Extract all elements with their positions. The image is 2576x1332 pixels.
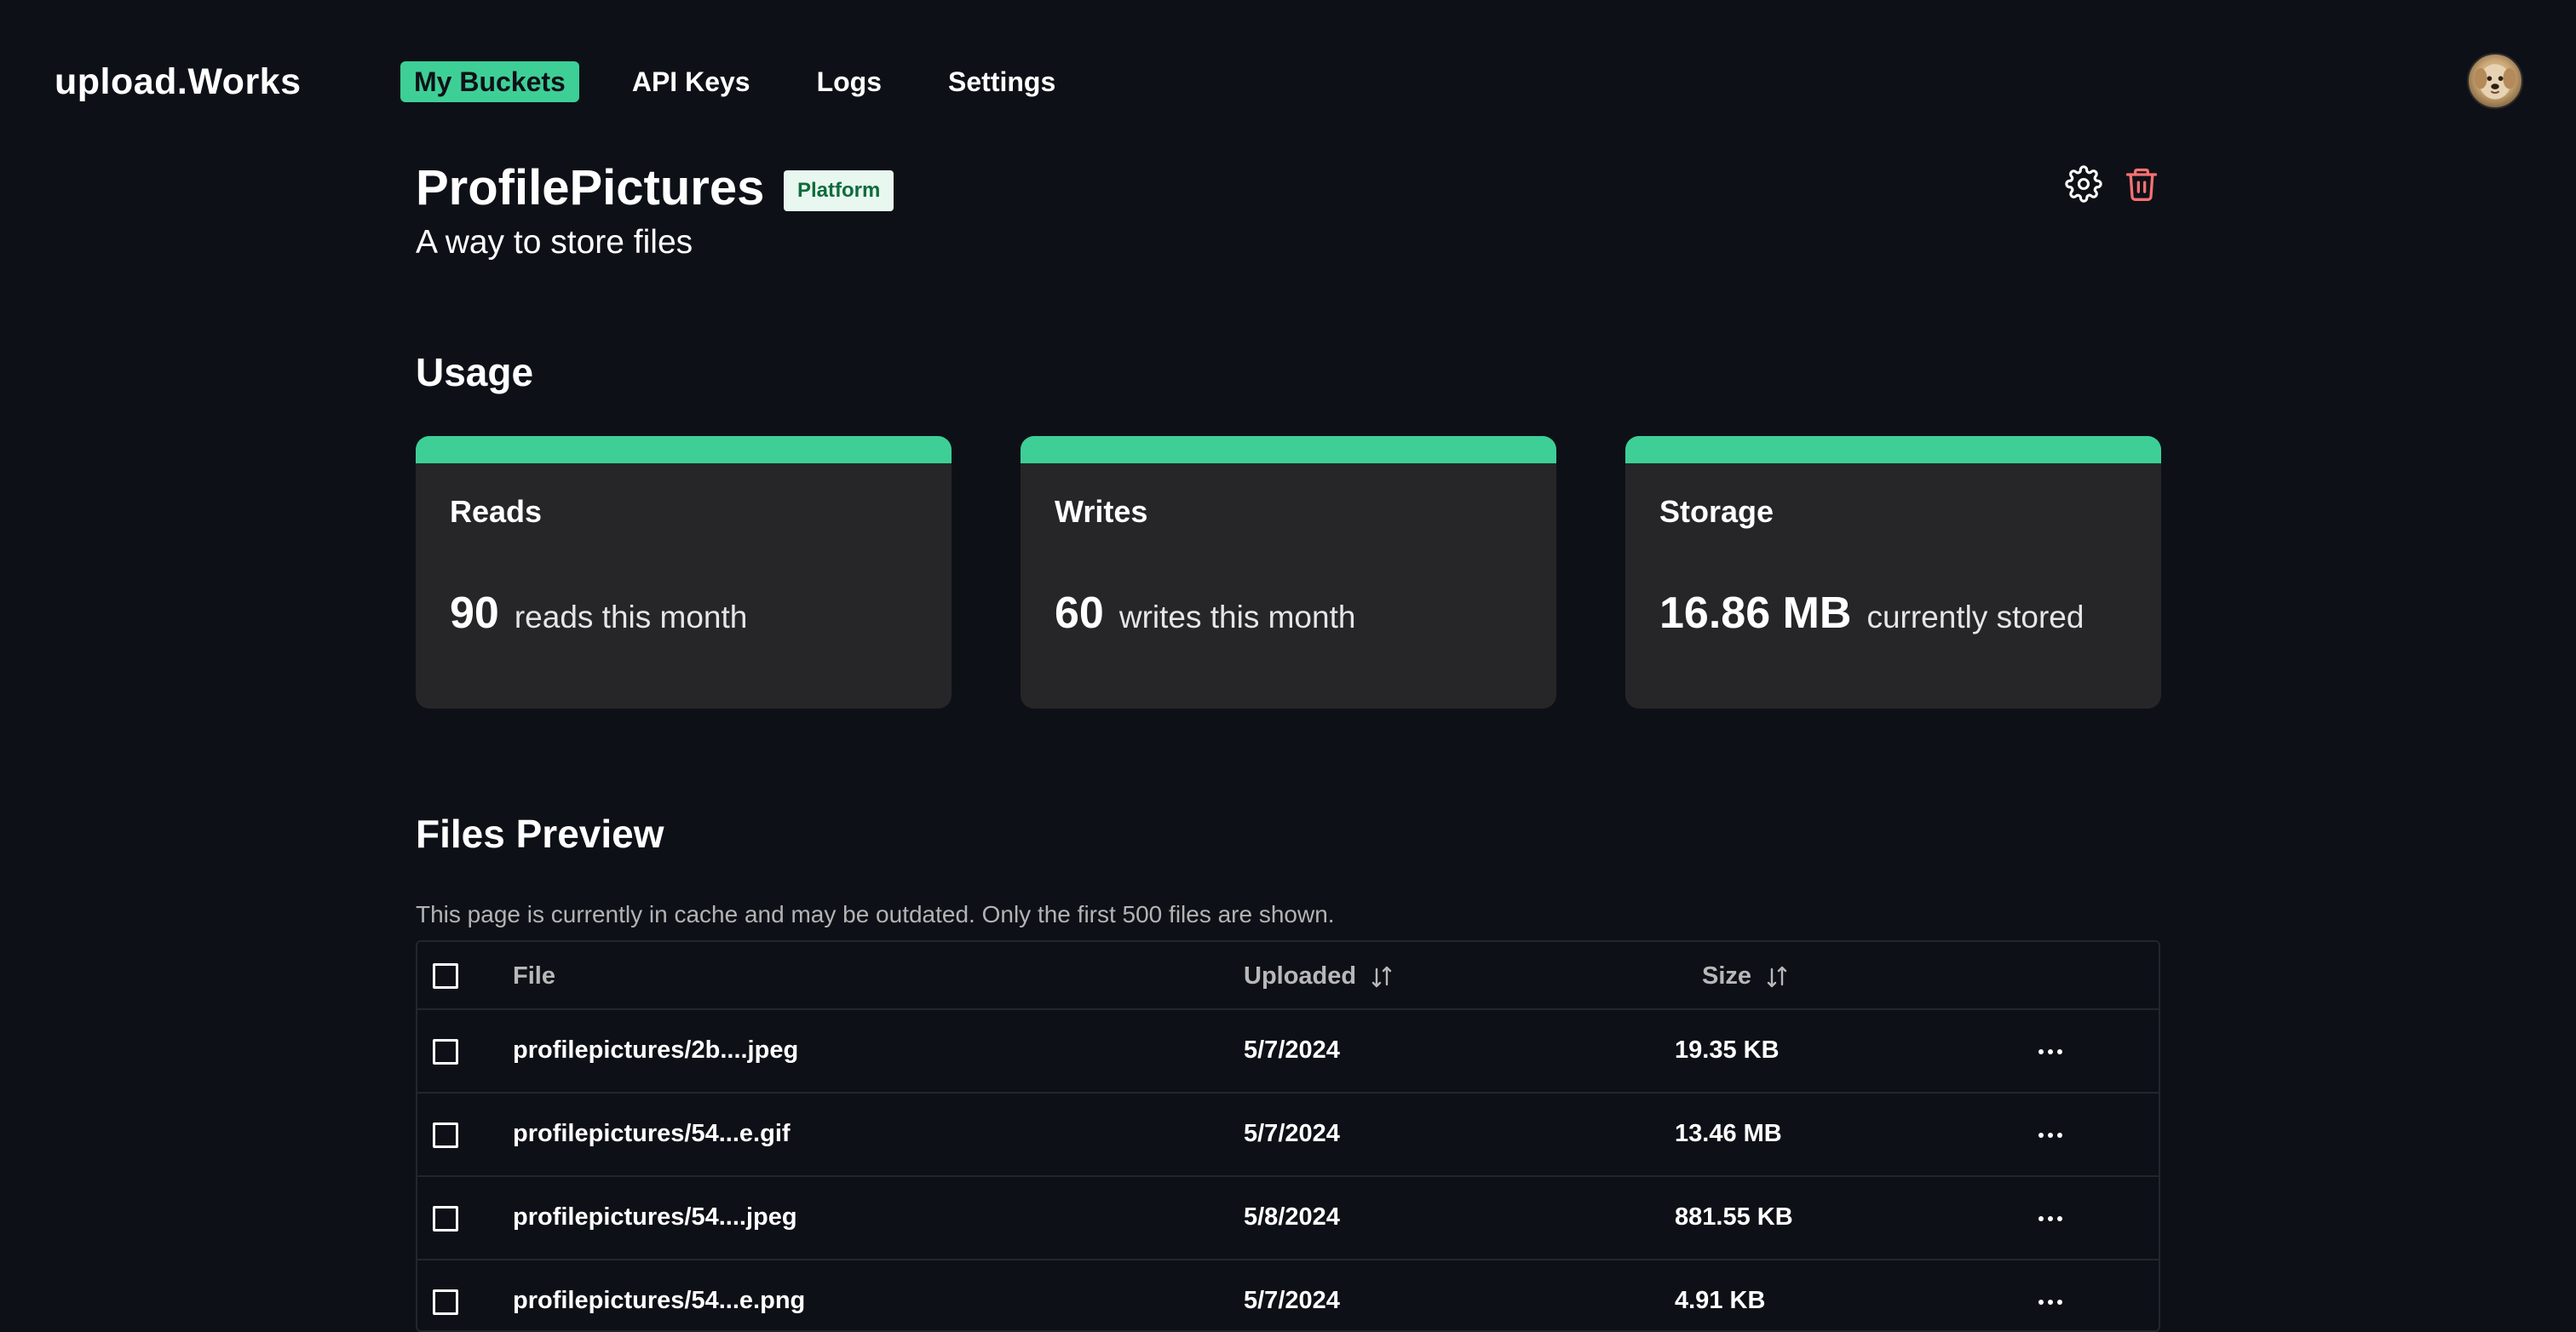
card-label: Reads [450, 494, 543, 529]
card-unit: reads this month [514, 600, 748, 634]
sort-icon [1765, 964, 1789, 990]
card-label: Storage [1659, 494, 1774, 529]
card-value: 16.86 MB [1659, 588, 1852, 638]
delete-bucket-button[interactable] [2119, 160, 2164, 208]
nav-item-logs[interactable]: Logs [803, 61, 895, 102]
dog-avatar-icon [2474, 64, 2516, 100]
file-size: 4.91 KB [1675, 1287, 1766, 1314]
table-header-row: File Uploaded Size [417, 942, 2159, 1010]
column-header-file: File [513, 962, 555, 990]
bucket-description: A way to store files [416, 224, 693, 261]
row-actions-button[interactable] [2027, 1289, 2073, 1315]
file-name[interactable]: profilepictures/54...e.gif [513, 1120, 791, 1148]
row-checkbox[interactable] [433, 1039, 458, 1065]
table-row[interactable]: profilepictures/54...e.gif 5/7/2024 13.4… [417, 1094, 2159, 1177]
nav-item-settings[interactable]: Settings [934, 61, 1069, 102]
row-actions-button[interactable] [2027, 1122, 2073, 1148]
column-header-label: Size [1702, 962, 1752, 990]
column-header-label: Uploaded [1244, 962, 1357, 990]
nav-item-api-keys[interactable]: API Keys [618, 61, 764, 102]
card-metric: 16.86 MB currently stored [1659, 588, 2084, 639]
bucket-actions [2061, 160, 2164, 208]
more-horizontal-icon [2038, 1049, 2062, 1054]
card-metric: 90 reads this month [450, 588, 747, 639]
card-accent-bar [416, 436, 952, 463]
bucket-title: ProfilePictures [416, 160, 765, 215]
main-nav: My Buckets API Keys Logs Settings [400, 61, 1108, 102]
trash-icon [2125, 168, 2158, 201]
column-header-uploaded[interactable]: Uploaded [1244, 962, 1394, 990]
card-metric: 60 writes this month [1055, 588, 1355, 639]
user-avatar[interactable] [2467, 53, 2523, 109]
row-checkbox[interactable] [433, 1206, 458, 1232]
files-table: File Uploaded Size profilepictures/2b...… [416, 940, 2160, 1332]
usage-cards: Reads 90 reads this month Writes 60 writ… [416, 436, 2161, 709]
settings-button[interactable] [2061, 160, 2106, 208]
file-size: 13.46 MB [1675, 1120, 1782, 1147]
platform-badge: Platform [784, 170, 894, 211]
uploaded-date: 5/7/2024 [1244, 1036, 1340, 1064]
usage-heading: Usage [416, 350, 534, 394]
table-row[interactable]: profilepictures/2b....jpeg 5/7/2024 19.3… [417, 1010, 2159, 1094]
top-navigation-bar: upload.Works My Buckets API Keys Logs Se… [0, 0, 2576, 162]
file-name[interactable]: profilepictures/54....jpeg [513, 1203, 797, 1232]
app-logo[interactable]: upload.Works [55, 61, 302, 103]
nav-item-my-buckets[interactable]: My Buckets [400, 61, 579, 102]
card-unit: writes this month [1118, 600, 1356, 634]
uploaded-date: 5/7/2024 [1244, 1120, 1340, 1147]
row-actions-button[interactable] [2027, 1206, 2073, 1232]
cache-notice: This page is currently in cache and may … [416, 901, 1335, 927]
card-unit: currently stored [1866, 600, 2084, 634]
more-horizontal-icon [2038, 1133, 2062, 1138]
uploaded-date: 5/7/2024 [1244, 1287, 1340, 1314]
storage-card: Storage 16.86 MB currently stored [1625, 436, 2161, 709]
card-accent-bar [1021, 436, 1556, 463]
reads-card: Reads 90 reads this month [416, 436, 952, 709]
file-name[interactable]: profilepictures/54...e.png [513, 1287, 805, 1315]
row-checkbox[interactable] [433, 1122, 458, 1148]
file-name[interactable]: profilepictures/2b....jpeg [513, 1036, 798, 1065]
row-actions-button[interactable] [2027, 1039, 2073, 1065]
select-all-checkbox[interactable] [433, 963, 458, 989]
file-size: 881.55 KB [1675, 1203, 1793, 1231]
sort-icon [1370, 964, 1394, 990]
card-accent-bar [1625, 436, 2161, 463]
more-horizontal-icon [2038, 1216, 2062, 1221]
column-header-size[interactable]: Size [1702, 962, 1789, 990]
row-checkbox[interactable] [433, 1289, 458, 1315]
card-value: 60 [1055, 588, 1104, 638]
table-row[interactable]: profilepictures/54....jpeg 5/8/2024 881.… [417, 1177, 2159, 1260]
card-label: Writes [1055, 494, 1148, 529]
files-preview-heading: Files Preview [416, 812, 664, 856]
column-header-label: File [513, 962, 555, 990]
table-row[interactable]: profilepictures/54...e.png 5/7/2024 4.91… [417, 1260, 2159, 1330]
more-horizontal-icon [2038, 1300, 2062, 1305]
card-value: 90 [450, 588, 499, 638]
uploaded-date: 5/8/2024 [1244, 1203, 1340, 1231]
writes-card: Writes 60 writes this month [1021, 436, 1556, 709]
gear-icon [2065, 165, 2102, 203]
file-size: 19.35 KB [1675, 1036, 1780, 1064]
